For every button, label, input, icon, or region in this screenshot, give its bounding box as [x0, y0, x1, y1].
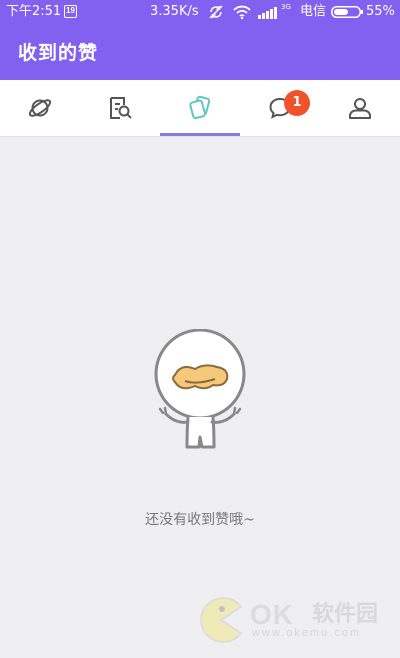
- notification-badge: 19: [64, 5, 77, 18]
- status-bar: 下午2:51 19 3.35K/s 3G 电信 55%: [0, 0, 400, 24]
- watermark-brand-cn: 软件园: [312, 602, 379, 627]
- app-header: 下午2:51 19 3.35K/s 3G 电信 55% 收到的赞: [0, 0, 400, 80]
- empty-message: 还没有收到赞哦~: [145, 512, 255, 528]
- tab-profile[interactable]: [320, 80, 400, 136]
- watermark-brand: OK: [250, 599, 294, 630]
- carrier-name: 电信: [300, 4, 327, 19]
- battery-percent: 55%: [366, 4, 395, 19]
- battery-icon: [331, 6, 363, 18]
- tab-likes[interactable]: [160, 80, 240, 136]
- tab-messages[interactable]: 1: [240, 80, 320, 136]
- planet-icon: [28, 99, 52, 117]
- wifi-icon: [233, 5, 251, 20]
- search-document-icon: [110, 97, 132, 119]
- watermark-url: www.okemu.com: [252, 627, 362, 639]
- status-time: 下午2:51: [6, 4, 62, 19]
- tab-discover[interactable]: [0, 80, 80, 136]
- active-tab-indicator: [160, 133, 240, 136]
- unread-badge: 1: [284, 90, 310, 116]
- signal-icon: [258, 7, 277, 19]
- network-type: 3G: [281, 3, 291, 11]
- tab-search[interactable]: [80, 80, 160, 136]
- empty-state: 还没有收到赞哦~ OK 软件园 www.okemu.com: [0, 137, 400, 658]
- person-icon: [349, 98, 371, 119]
- tab-bar: 1: [0, 80, 400, 137]
- shrugging-duck-illustration: [154, 329, 246, 449]
- watermark-logo: [200, 597, 243, 643]
- network-speed: 3.35K/s: [150, 4, 199, 19]
- page-title: 收到的赞: [18, 42, 99, 64]
- cards-icon: [189, 95, 211, 120]
- sync-off-icon: [209, 5, 223, 19]
